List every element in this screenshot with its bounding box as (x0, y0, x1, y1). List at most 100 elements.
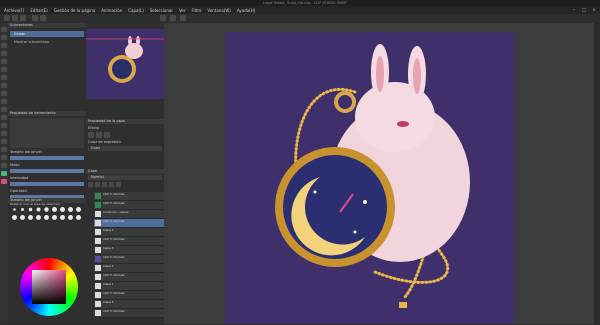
brush-size-slider[interactable] (10, 156, 84, 160)
menu-view[interactable]: Ver (179, 8, 186, 13)
layer-row[interactable]: 100 % Normal (94, 291, 164, 300)
layer-row[interactable]: 100 % Normal (94, 309, 164, 318)
eyedropper-tool-icon[interactable] (1, 59, 7, 64)
maximize-icon[interactable]: □ (580, 7, 588, 13)
folder-icon[interactable] (95, 182, 100, 187)
size-swatch[interactable] (76, 207, 81, 212)
expression-color-select[interactable]: Color (88, 146, 162, 151)
size-swatch[interactable] (60, 215, 65, 220)
size-swatch[interactable] (28, 207, 33, 212)
layer-row[interactable]: 100 % Normal (94, 192, 164, 201)
subview-show-button[interactable]: Mostrar subventana (10, 40, 84, 45)
trash-icon[interactable] (116, 182, 121, 187)
size-swatch[interactable] (21, 208, 24, 211)
layer-label: Capa 3 (103, 246, 114, 250)
navigator-preview[interactable] (86, 29, 164, 99)
minimize-icon[interactable]: – (570, 7, 578, 13)
size-swatch[interactable] (20, 215, 25, 220)
clear-icon[interactable] (160, 15, 166, 21)
size-swatch[interactable] (44, 215, 49, 220)
size-swatch[interactable] (60, 207, 65, 212)
fill-tool-icon[interactable] (1, 115, 7, 120)
size-swatch[interactable] (36, 215, 41, 220)
lock-icon[interactable] (109, 182, 114, 187)
layer-label: 100 % Normal (103, 273, 125, 277)
size-swatch[interactable] (28, 215, 33, 220)
layer-row[interactable]: 100 % Normal (94, 273, 164, 282)
zoom-tool-icon[interactable] (1, 27, 7, 32)
pen-tool-icon[interactable] (1, 67, 7, 72)
brush-tool-icon[interactable] (1, 83, 7, 88)
menu-layer[interactable]: Capa(L) (128, 8, 144, 13)
new-layer-icon[interactable] (88, 182, 93, 187)
layer-row-selected[interactable]: 100 % Normal (94, 219, 164, 228)
canvas-artwork[interactable] (225, 32, 515, 324)
size-swatch[interactable] (36, 207, 41, 212)
vertical-scrollbar[interactable] (594, 23, 600, 324)
figure-tool-icon[interactable] (1, 131, 7, 136)
pencil-tool-icon[interactable] (1, 75, 7, 80)
balloon-tool-icon[interactable] (1, 155, 7, 160)
frame-tool-icon[interactable] (1, 139, 7, 144)
layer-row[interactable]: Capa 3 (94, 246, 164, 255)
size-swatch[interactable] (52, 207, 57, 212)
layer-row[interactable]: 100 % Normal (94, 201, 164, 210)
layer-row[interactable]: Capa 5 (94, 300, 164, 309)
size-swatch[interactable] (76, 215, 81, 220)
eraser-tool-icon[interactable] (1, 99, 7, 104)
size-swatch[interactable] (68, 215, 73, 220)
size-swatch[interactable] (68, 207, 73, 212)
blend-tool-icon[interactable] (1, 107, 7, 112)
tool-property-header: Propiedad de herramienta (8, 111, 86, 116)
blend-mode-select[interactable]: Normal (88, 175, 162, 180)
main-color-icon[interactable] (1, 171, 7, 176)
layer-row[interactable]: Capa 2 (94, 264, 164, 273)
layer-row[interactable]: Contorno - capas (94, 210, 164, 219)
layer-panel: Capa Normal (86, 169, 164, 189)
layer-row[interactable]: 100 % Normal (94, 237, 164, 246)
ruler-tool-icon[interactable] (1, 163, 7, 168)
open-file-icon[interactable] (12, 15, 18, 21)
layer-row[interactable]: Capa 1 (94, 282, 164, 291)
effect-button[interactable] (96, 132, 102, 138)
menu-file[interactable]: Archivo(F) (4, 8, 24, 13)
lasso-tool-icon[interactable] (1, 51, 7, 56)
text-tool-icon[interactable] (1, 147, 7, 152)
menu-window[interactable]: Ventana(W) (207, 8, 231, 13)
new-file-icon[interactable] (4, 15, 10, 21)
menu-edit[interactable]: Editar(E) (30, 8, 48, 13)
settings-icon[interactable] (180, 15, 186, 21)
layer-row[interactable]: Capa 4 (94, 228, 164, 237)
menu-page[interactable]: Gestión de la página (54, 8, 95, 13)
menu-animation[interactable]: Animación (101, 8, 122, 13)
subview-item-selected[interactable]: Cerrar (10, 31, 84, 37)
save-icon[interactable] (20, 15, 26, 21)
airbrush-tool-icon[interactable] (1, 91, 7, 96)
menu-help[interactable]: Ayuda(H) (237, 8, 256, 13)
transform-icon[interactable] (170, 15, 176, 21)
gradient-tool-icon[interactable] (1, 123, 7, 128)
close-icon[interactable]: × (590, 7, 598, 13)
clip-icon[interactable] (102, 182, 107, 187)
select-tool-icon[interactable] (1, 43, 7, 48)
layer-row[interactable]: 100 % Normal (94, 255, 164, 264)
menu-select[interactable]: Seleccionar (150, 8, 173, 13)
effect-button[interactable] (104, 132, 110, 138)
size-swatch[interactable] (44, 207, 49, 212)
sub-color-icon[interactable] (1, 179, 7, 184)
size-swatch[interactable] (12, 215, 17, 220)
mode-select[interactable] (10, 169, 84, 173)
move-tool-icon[interactable] (1, 35, 7, 40)
undo-icon[interactable] (32, 15, 38, 21)
redo-icon[interactable] (40, 15, 46, 21)
brush-size-panel: Tamaño del pincel (8, 198, 86, 224)
size-swatch[interactable] (52, 215, 57, 220)
intensity-slider[interactable] (10, 182, 84, 186)
size-swatch[interactable] (13, 208, 16, 211)
brush-preview (10, 118, 84, 148)
effect-button[interactable] (88, 132, 94, 138)
menu-filter[interactable]: Filtro (192, 8, 202, 13)
bunny-eye (397, 121, 409, 127)
color-saturation-square[interactable] (32, 270, 66, 304)
brush-size-label: Tamaño del pincel (10, 150, 42, 154)
